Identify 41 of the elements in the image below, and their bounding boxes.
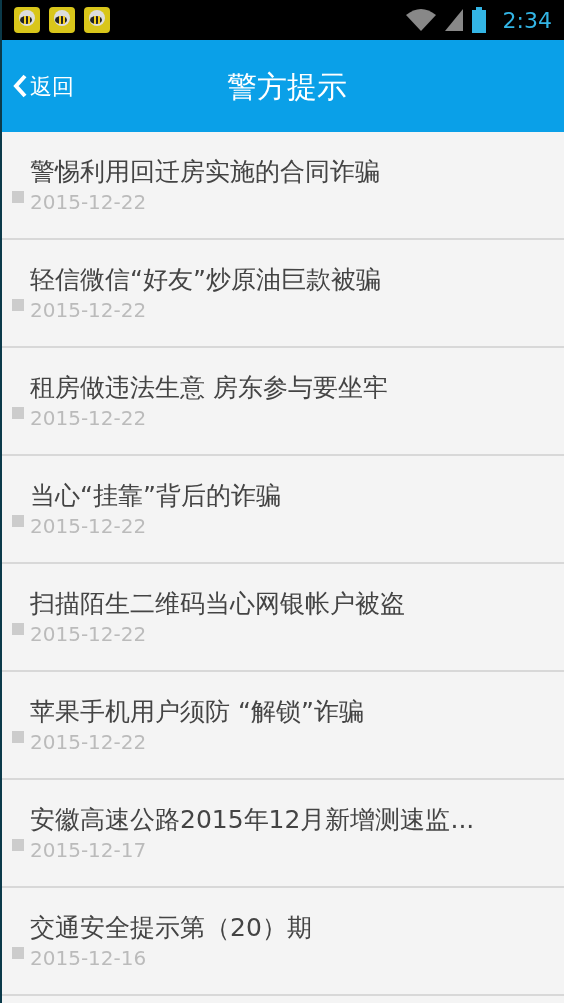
bullet-icon — [12, 191, 24, 203]
bullet-icon — [12, 731, 24, 743]
news-list-item[interactable]: 警惕利用回迁房实施的合同诈骗 2015-12-22 — [2, 132, 564, 240]
item-date: 2015-12-22 — [30, 189, 148, 215]
item-date: 2015-12-22 — [30, 297, 148, 323]
clock-time: 2:34 — [502, 6, 552, 35]
news-list-item[interactable]: 租房做违法生意 房东参与要坐牢 2015-12-22 — [2, 348, 564, 456]
item-date: 2015-12-17 — [30, 837, 148, 863]
bullet-icon — [12, 299, 24, 311]
back-chevron-icon — [12, 73, 28, 99]
news-list-item[interactable]: 扫描陌生二维码当心网银帐户被盗 2015-12-22 — [2, 564, 564, 672]
news-list-item[interactable]: 苹果手机用户须防 “解锁”诈骗 2015-12-22 — [2, 672, 564, 780]
bullet-icon — [12, 623, 24, 635]
signal-icon — [444, 9, 463, 31]
bee-app-icon — [84, 7, 110, 33]
bee-app-icon — [49, 7, 75, 33]
news-list-item[interactable]: 交通安全提示第（20）期 2015-12-16 — [2, 888, 564, 996]
item-date: 2015-12-16 — [30, 945, 148, 971]
item-title: 扫描陌生二维码当心网银帐户被盗 — [30, 588, 405, 620]
bullet-icon — [12, 947, 24, 959]
news-list-item[interactable]: 安徽高速公路2015年12月新增测速监... 2015-12-17 — [2, 780, 564, 888]
bullet-icon — [12, 407, 24, 419]
item-date: 2015-12-22 — [30, 729, 148, 755]
item-title: 租房做违法生意 房东参与要坐牢 — [30, 372, 388, 404]
news-list-item[interactable]: 当心“挂靠”背后的诈骗 2015-12-22 — [2, 456, 564, 564]
item-title: 安徽高速公路2015年12月新增测速监... — [30, 804, 475, 836]
page-title: 警方提示 — [226, 67, 348, 106]
item-title: 苹果手机用户须防 “解锁”诈骗 — [30, 696, 364, 728]
item-date: 2015-12-22 — [30, 621, 148, 647]
bullet-icon — [12, 515, 24, 527]
news-list-item[interactable]: 轻信微信“好友”炒原油巨款被骗 2015-12-22 — [2, 240, 564, 348]
item-title: 警惕利用回迁房实施的合同诈骗 — [30, 156, 380, 188]
item-title: 交通安全提示第（20）期 — [30, 912, 312, 944]
item-date: 2015-12-22 — [30, 513, 148, 539]
bullet-icon — [12, 839, 24, 851]
bee-app-icon — [14, 7, 40, 33]
item-title: 当心“挂靠”背后的诈骗 — [30, 480, 281, 512]
wifi-icon — [405, 9, 436, 31]
item-date: 2015-12-22 — [30, 405, 148, 431]
battery-icon — [471, 7, 486, 33]
item-title: 轻信微信“好友”炒原油巨款被骗 — [30, 264, 381, 296]
